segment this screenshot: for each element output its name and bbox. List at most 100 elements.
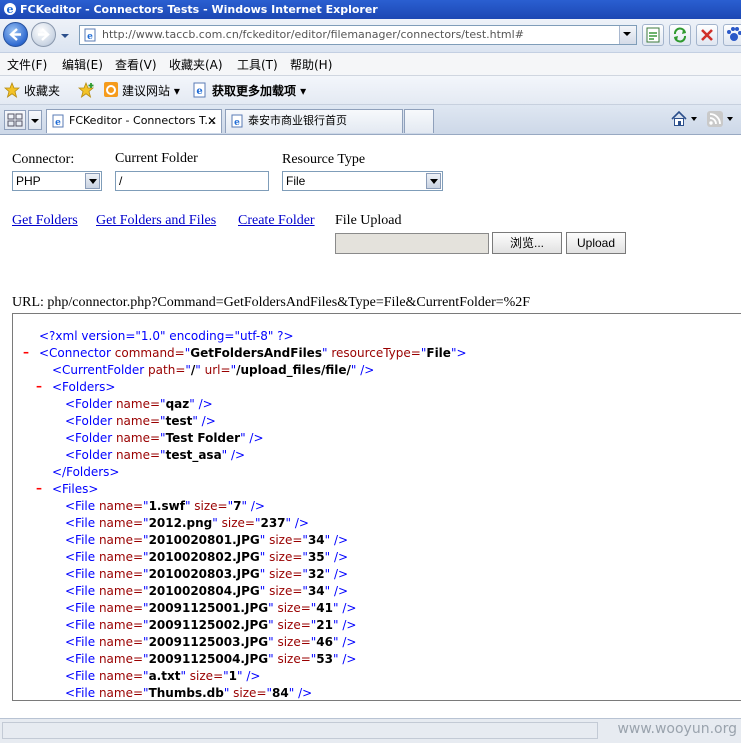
xml-attr-value: 20091125003.JPG [148,635,269,649]
xml-tag: <Folder [65,431,116,445]
quick-tabs-icon [7,113,23,127]
xml-attr-name: name= [98,584,144,598]
address-url: http://www.taccb.com.cn/fckeditor/editor… [102,28,524,41]
favorites-button[interactable]: 收藏夹 [24,82,60,99]
stop-button[interactable] [696,24,718,46]
xml-tag: <File [65,669,99,683]
new-tab-button[interactable] [404,109,434,133]
resource-type-select[interactable]: File [282,171,443,191]
forward-button[interactable] [31,22,56,47]
address-dropdown-button[interactable] [619,26,636,44]
xml-folder-line: <Folder name="Test Folder" /> [65,430,264,447]
xml-tag: " /> [221,448,246,462]
xml-declaration-line: <?xml version="1.0" encoding="utf-8" ?> [39,328,294,345]
xml-attr-name: name= [98,567,144,581]
rss-feed-icon[interactable] [706,110,724,128]
menu-view[interactable]: 查看(V) [115,56,157,73]
suggested-sites-button[interactable]: 建议网站 ▾ [122,82,180,99]
xml-folder-line: <Folder name="qaz" /> [65,396,213,413]
xml-tag: <File [65,567,99,581]
tab-label: FCKeditor - Connectors T... [69,114,215,127]
xml-attr-name: size= [277,618,311,632]
xml-attr-value: GetFoldersAndFiles [190,346,322,360]
tab-bank-homepage[interactable]: e 泰安市商业银行首页 [225,109,403,133]
addons-page-icon: e [193,82,206,98]
create-folder-link[interactable]: Create Folder [238,213,315,229]
search-provider-button[interactable] [723,24,741,46]
back-button[interactable] [3,22,28,47]
xml-attr-name: url= [204,363,231,377]
tab-fckeditor[interactable]: e FCKeditor - Connectors T... ✕ [46,109,222,133]
refresh-button[interactable] [669,24,691,46]
menu-tools[interactable]: 工具(T) [237,56,278,73]
suggested-sites-icon [104,82,118,97]
home-icon[interactable] [670,110,688,128]
address-bar[interactable]: e http://www.taccb.com.cn/fckeditor/edit… [79,25,637,45]
xml-tag: <Folder [65,397,116,411]
xml-attr-value: 53 [316,652,333,666]
xml-attr-value: 2012.png [148,516,213,530]
menu-help[interactable]: 帮助(H) [290,56,332,73]
chevron-down-icon[interactable] [690,115,698,123]
paw-icon [727,27,741,41]
xml-attr-value: Thumbs.db [148,686,224,700]
collapse-toggle-icon[interactable]: – [36,481,42,495]
xml-attr-name: size= [269,584,303,598]
current-folder-input[interactable]: / [115,171,269,191]
watermark: www.wooyun.org [617,721,737,737]
xml-files-open-line: <Files> [52,481,98,498]
browse-button[interactable]: 浏览... [492,232,562,254]
get-folders-link[interactable]: Get Folders [12,213,78,229]
xml-attr-name: name= [98,635,144,649]
svg-text:e: e [196,86,202,97]
xml-tag: <File [65,550,99,564]
tab-list-button[interactable] [28,110,42,130]
xml-file-line: <File name="2010020802.JPG" size="35" /> [65,549,348,566]
menu-edit[interactable]: 编辑(E) [62,56,103,73]
xml-tag: "> [450,346,467,360]
xml-attr-value: test_asa [165,448,222,462]
svg-text:e: e [55,118,61,128]
recent-pages-dropdown-icon[interactable] [59,31,71,41]
close-tab-icon[interactable]: ✕ [207,110,217,132]
file-path-input[interactable] [335,233,489,254]
collapse-toggle-icon[interactable]: – [36,379,42,393]
refresh-icon [674,27,686,43]
xml-tag: " /> [333,652,357,666]
collapse-toggle-icon[interactable]: – [23,345,29,359]
current-folder-label: Current Folder [115,151,198,166]
xml-file-line: <File name="2010020801.JPG" size="34" /> [65,532,348,549]
compatibility-view-button[interactable] [642,24,664,46]
xml-tag: <Folders> [52,380,116,394]
xml-file-line: <File name="20091125003.JPG" size="46" /… [65,634,356,651]
chevron-down-icon[interactable] [426,173,441,189]
upload-button[interactable]: Upload [566,232,626,254]
xml-quote: " [180,669,190,683]
menu-file[interactable]: 文件(F) [7,56,47,73]
xml-attr-value: Test Folder [165,431,241,445]
xml-folder-line: <Folder name="test" /> [65,413,216,430]
status-text-panel [2,722,598,739]
xml-tag: <Folder [65,414,116,428]
xml-attr-name: name= [98,652,144,666]
xml-quote: " [259,567,270,581]
menu-favorites[interactable]: 收藏夹(A) [169,56,223,73]
get-addons-button[interactable]: 获取更多加载项 ▾ [212,82,306,99]
xml-tag: <File [65,584,99,598]
xml-current-folder-line: <CurrentFolder path="/" url="/upload_fil… [52,362,374,379]
xml-attr-value: 20091125004.JPG [148,652,269,666]
ie-page-icon: e [231,114,243,128]
add-favorite-icon[interactable] [78,82,96,98]
xml-attr-name: name= [98,550,144,564]
get-folders-and-files-link[interactable]: Get Folders and Files [96,213,216,229]
file-upload-label: File Upload [335,213,402,228]
chevron-down-icon[interactable] [726,115,734,123]
chevron-down-icon[interactable] [85,173,100,189]
xml-response-frame[interactable]: <?xml version="1.0" encoding="utf-8" ?> –… [12,313,741,701]
xml-file-line: <File name="2012.png" size="237" /> [65,515,309,532]
xml-attr-name: name= [98,499,144,513]
connector-select[interactable]: PHP [12,171,102,191]
xml-attr-name: name= [98,686,144,700]
xml-attr-value: 46 [316,635,333,649]
quick-tabs-button[interactable] [4,110,26,130]
